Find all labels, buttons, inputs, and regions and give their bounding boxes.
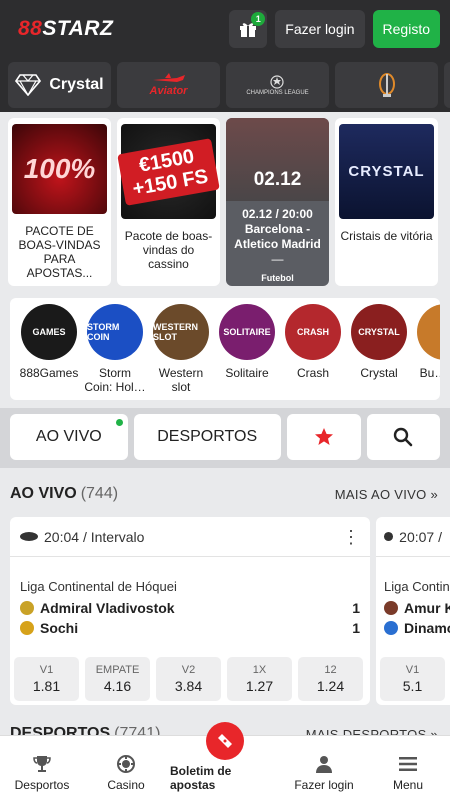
score-home: 1 (352, 600, 360, 616)
hockey-puck-icon (20, 532, 38, 541)
game-western-slot[interactable]: WESTERN SLOT Western slot (150, 304, 212, 400)
gift-badge: 1 (251, 12, 266, 26)
ucl-icon (270, 75, 285, 89)
game-crystal[interactable]: CRYSTAL Crystal (348, 304, 410, 400)
odds-row: V1 1.81 EMPATE 4.16 V2 3.84 1X 1.27 12 1.24 (14, 657, 363, 701)
section-tabs: AO VIVO DESPORTOS (0, 408, 450, 468)
nav-login[interactable]: Fazer login (284, 754, 364, 792)
top-categories: Crystal Aviator CHAMPIONS LEAGUE (0, 58, 450, 112)
live-indicator (115, 419, 123, 426)
tab-sports[interactable]: DESPORTOS (133, 414, 281, 460)
score-away: 1 (352, 620, 360, 636)
team-logo-icon (20, 601, 34, 615)
hamburger-menu-icon (399, 757, 417, 771)
promo-image: €1500 +150 FS (117, 124, 220, 219)
event-time: 20:07 (399, 528, 435, 545)
login-button[interactable]: Fazer login (275, 10, 365, 48)
odds-row: V1 5.1 (380, 657, 445, 701)
game-solitaire[interactable]: SOLITAIRE Solitaire (216, 304, 278, 400)
game-888games[interactable]: GAMES 888Games (18, 304, 80, 400)
promo-carousel: 100% PACOTE DE BOAS-VINDAS PARA APOSTAS.… (0, 118, 450, 286)
game-partial[interactable]: Bu… H… (414, 304, 440, 400)
team-logo-icon (20, 621, 34, 635)
hockey-puck-icon (384, 532, 394, 541)
odd-button-v1[interactable]: V1 5.1 (380, 657, 445, 701)
live-title: AO VIVO (744) (10, 485, 119, 502)
category-europa-league[interactable] (335, 62, 438, 108)
register-button[interactable]: Registo (372, 10, 440, 48)
odd-button-draw[interactable]: EMPATE 4.16 (85, 657, 150, 701)
nav-casino[interactable]: Casino (86, 754, 166, 792)
odd-button-12[interactable]: 12 1.24 (298, 657, 363, 701)
game-icon: STORM COIN (87, 304, 143, 360)
odd-button-1x[interactable]: 1X 1.27 (227, 657, 292, 701)
games-row: GAMES 888Games STORM COIN Storm Coin: Ho… (10, 298, 440, 400)
promo-card-match[interactable]: 02.12 02.12 / 20:00 Barcelona - Atletico… (226, 118, 329, 286)
more-live-link[interactable]: MAIS AO VIVO » (335, 487, 438, 502)
star-icon (314, 428, 333, 445)
gift-button[interactable]: 1 (229, 10, 268, 48)
team-home: Amur K… (384, 600, 450, 616)
888starz-logo[interactable]: 88 STARZ (18, 17, 113, 41)
team-away: Sochi 1 (20, 620, 360, 636)
bottom-navigation: Desportos Casino Boletim de apostas Faze… (0, 722, 450, 800)
more-options-icon[interactable]: ⋮ (342, 528, 360, 546)
event-league: Liga Contin… (384, 579, 450, 594)
category-more[interactable] (444, 62, 450, 108)
trophy-icon (33, 756, 51, 772)
trophy-icon (378, 73, 395, 97)
plane-icon (152, 73, 185, 82)
nav-sports[interactable]: Desportos (2, 754, 82, 792)
live-section-header: AO VIVO (744) MAIS AO VIVO » (10, 484, 438, 504)
nav-betslip[interactable]: Boletim de apostas (170, 722, 280, 792)
event-league: Liga Continental de Hóquei (20, 579, 177, 594)
team-home: Admiral Vladivostok 1 (20, 600, 360, 616)
promo-label: Pacote de boas-vindas do cassino (124, 229, 213, 271)
event-time: 20:04 (44, 528, 80, 545)
game-crash[interactable]: CRASH Crash (282, 304, 344, 400)
event-card[interactable]: 20:07 / Liga Contin… Amur K… Dinamo… V15… (376, 517, 450, 705)
game-icon: SOLITAIRE (219, 304, 275, 360)
game-storm-coin[interactable]: STORM COIN Storm Coin: Hol… (84, 304, 146, 400)
team-away: Dinamo… (384, 620, 450, 636)
promo-label: Cristais de vitória (340, 229, 433, 243)
promo-card-welcome-sports[interactable]: 100% PACOTE DE BOAS-VINDAS PARA APOSTAS.… (8, 118, 111, 286)
odd-button-v1[interactable]: V1 1.81 (14, 657, 79, 701)
promo-card-welcome-casino[interactable]: €1500 +150 FS Pacote de boas-vindas do c… (117, 118, 220, 286)
game-icon (417, 304, 440, 360)
game-icon: WESTERN SLOT (153, 304, 209, 360)
game-icon: CRASH (285, 304, 341, 360)
category-champions-league[interactable]: CHAMPIONS LEAGUE (226, 62, 329, 108)
diamond-icon (15, 74, 42, 96)
match-banner: 02.12 (226, 118, 329, 201)
chevrons-right-icon: » (430, 486, 438, 502)
event-card[interactable]: 20:04 / Intervalo ⋮ Liga Continental de … (10, 517, 370, 705)
game-icon: GAMES (21, 304, 77, 360)
tab-favorites[interactable] (286, 414, 361, 460)
tab-live[interactable]: AO VIVO (10, 414, 128, 460)
user-icon (316, 756, 332, 773)
promo-image: CRYSTAL (339, 124, 434, 219)
match-teams: Barcelona - Atletico Madrid (234, 222, 321, 251)
match-sport: Futebol (261, 273, 294, 283)
promo-card-crystal[interactable]: CRYSTAL Cristais de vitória (335, 118, 438, 286)
nav-menu[interactable]: Menu (368, 754, 448, 792)
team-logo-icon (384, 601, 398, 615)
game-icon: CRYSTAL (351, 304, 407, 360)
search-icon (394, 427, 413, 447)
ticket-icon (218, 734, 232, 748)
event-status: / (438, 528, 442, 545)
promo-label: PACOTE DE BOAS-VINDAS PARA APOSTAS... (18, 224, 101, 280)
match-dash: — (271, 252, 284, 266)
odd-button-v2[interactable]: V2 3.84 (156, 657, 221, 701)
casino-chip-icon (117, 755, 135, 773)
category-aviator[interactable]: Aviator (117, 62, 220, 108)
category-crystal[interactable]: Crystal (8, 62, 111, 108)
app-header: 88 STARZ 1 Fazer login Registo (0, 0, 450, 58)
match-time: 02.12 / 20:00 (242, 207, 313, 221)
tab-search[interactable] (366, 414, 440, 460)
team-logo-icon (384, 621, 398, 635)
event-status: / Intervalo (82, 528, 145, 545)
promo-image: 100% (12, 124, 107, 214)
